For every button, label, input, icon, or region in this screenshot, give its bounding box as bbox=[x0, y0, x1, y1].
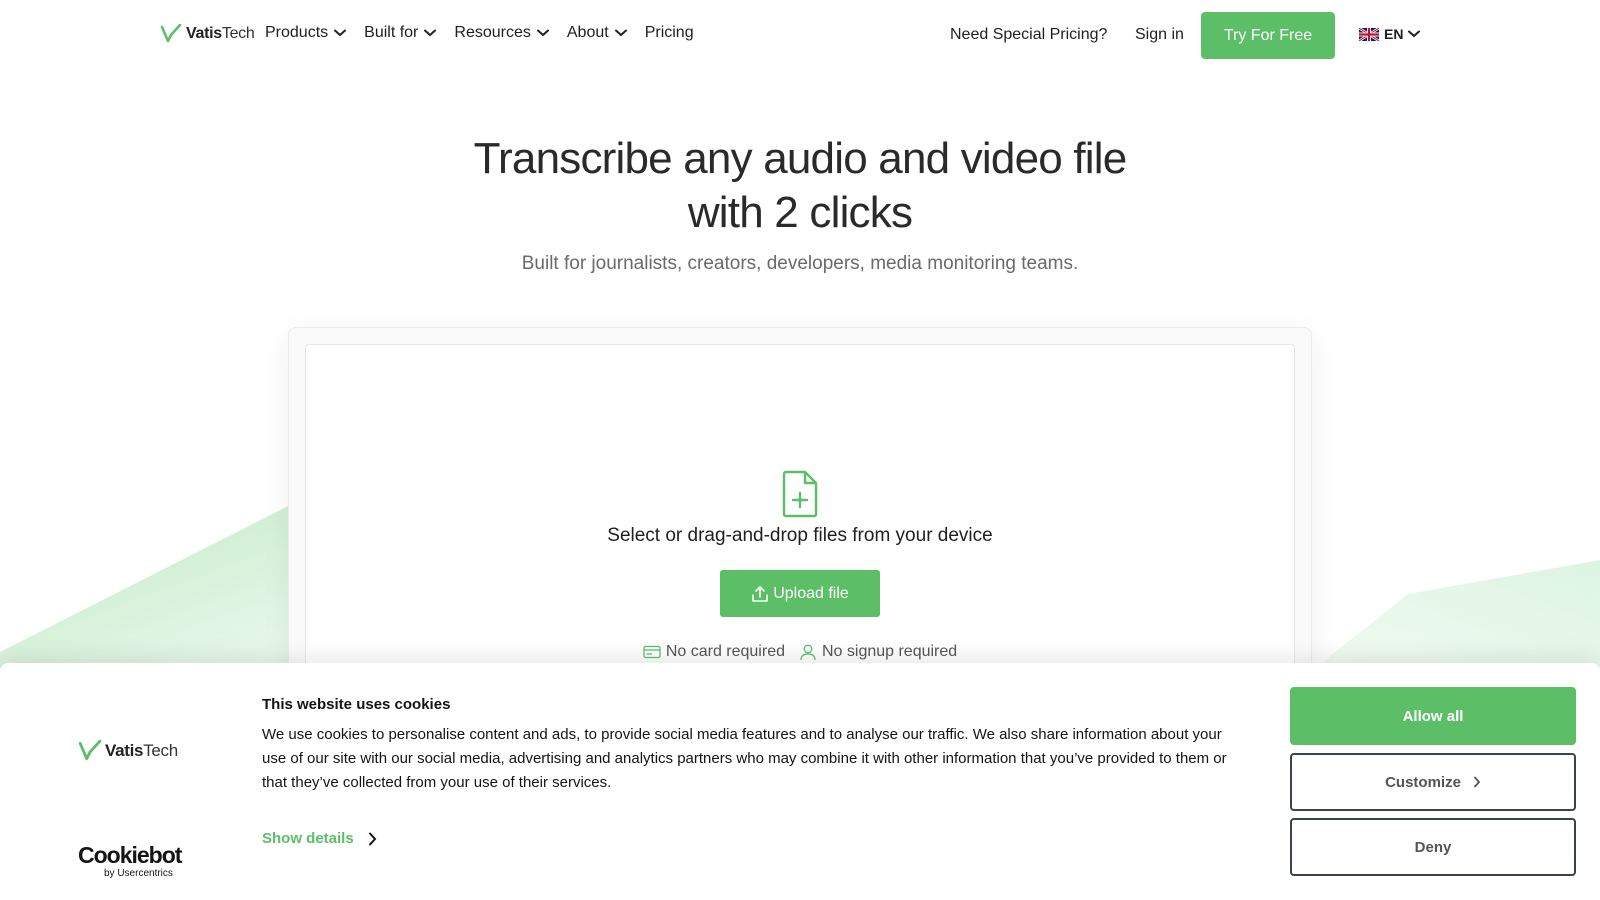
uk-flag-icon bbox=[1359, 27, 1379, 41]
nav-item-label: Built for bbox=[364, 24, 419, 41]
upload-icon bbox=[752, 585, 768, 602]
site-header: VatisTech Products Built for Resources A… bbox=[0, 0, 1600, 72]
nav-item-built-for[interactable]: Built for bbox=[364, 24, 437, 42]
chevron-down-icon bbox=[614, 29, 627, 37]
nav-item-label: Resources bbox=[454, 24, 531, 41]
special-pricing-link[interactable]: Need Special Pricing? bbox=[950, 26, 1107, 44]
nav-item-label: Products bbox=[265, 24, 329, 41]
cookie-banner-title: This website uses cookies bbox=[262, 696, 451, 713]
file-plus-icon bbox=[782, 470, 818, 518]
sign-in-link[interactable]: Sign in bbox=[1135, 26, 1184, 44]
language-code: EN bbox=[1384, 26, 1404, 42]
upload-file-button[interactable]: Upload file bbox=[720, 570, 880, 617]
credit-card-icon bbox=[643, 645, 661, 659]
upload-features: No card required No signup required bbox=[0, 643, 1600, 661]
site-logo[interactable]: VatisTech bbox=[160, 24, 255, 44]
cookiebot-byline: by Usercentrics bbox=[104, 868, 173, 879]
chevron-right-icon bbox=[368, 832, 377, 845]
nav-item-label: About bbox=[566, 24, 609, 41]
cookie-banner-text: We use cookies to personalise content an… bbox=[262, 726, 1227, 791]
deny-button[interactable]: Deny bbox=[1290, 818, 1576, 876]
vatis-logo-icon bbox=[160, 24, 182, 43]
hero-title: Transcribe any audio and video file with… bbox=[0, 132, 1600, 240]
feature-no-signup: No signup required bbox=[799, 643, 957, 661]
feature-no-card: No card required bbox=[643, 643, 785, 661]
main-nav: Products Built for Resources About Prici… bbox=[265, 24, 712, 42]
hero-subtitle: Built for journalists, creators, develop… bbox=[521, 253, 1079, 274]
customize-label: Customize bbox=[1385, 773, 1461, 791]
chevron-down-icon bbox=[424, 29, 437, 37]
chevron-down-icon bbox=[1408, 30, 1421, 38]
hero-title-line1: Transcribe any audio and video file bbox=[473, 134, 1128, 183]
nav-item-resources[interactable]: Resources bbox=[454, 24, 549, 42]
cookie-banner-site-logo: VatisTech bbox=[78, 740, 178, 762]
chevron-right-icon bbox=[1474, 776, 1481, 788]
cookiebot-logo[interactable]: Cookiebot by Usercentrics bbox=[78, 842, 182, 879]
cookiebot-wordmark: Cookiebot bbox=[78, 842, 182, 868]
show-details-link[interactable]: Show details bbox=[262, 830, 377, 847]
user-icon bbox=[800, 644, 816, 661]
language-selector[interactable]: EN bbox=[1359, 26, 1421, 42]
chevron-down-icon bbox=[334, 29, 347, 37]
nav-item-products[interactable]: Products bbox=[265, 24, 347, 42]
allow-all-button[interactable]: Allow all bbox=[1290, 687, 1576, 745]
feature-label: No card required bbox=[665, 643, 785, 660]
nav-item-about[interactable]: About bbox=[567, 24, 627, 42]
chevron-down-icon bbox=[536, 29, 549, 37]
try-for-free-button[interactable]: Try For Free bbox=[1201, 12, 1335, 59]
nav-item-label: Pricing bbox=[644, 24, 694, 41]
customize-button[interactable]: Customize bbox=[1290, 753, 1576, 811]
drop-prompt: Select or drag-and-drop files from your … bbox=[607, 525, 993, 546]
nav-item-pricing[interactable]: Pricing bbox=[645, 24, 694, 42]
logo-wordmark: VatisTech bbox=[105, 741, 178, 760]
feature-label: No signup required bbox=[821, 643, 958, 660]
logo-wordmark: VatisTech bbox=[186, 25, 255, 42]
vatis-logo-icon bbox=[78, 740, 102, 761]
upload-file-label: Upload file bbox=[773, 584, 849, 602]
show-details-label: Show details bbox=[262, 830, 354, 847]
hero-title-line2: with 2 clicks bbox=[687, 188, 913, 237]
